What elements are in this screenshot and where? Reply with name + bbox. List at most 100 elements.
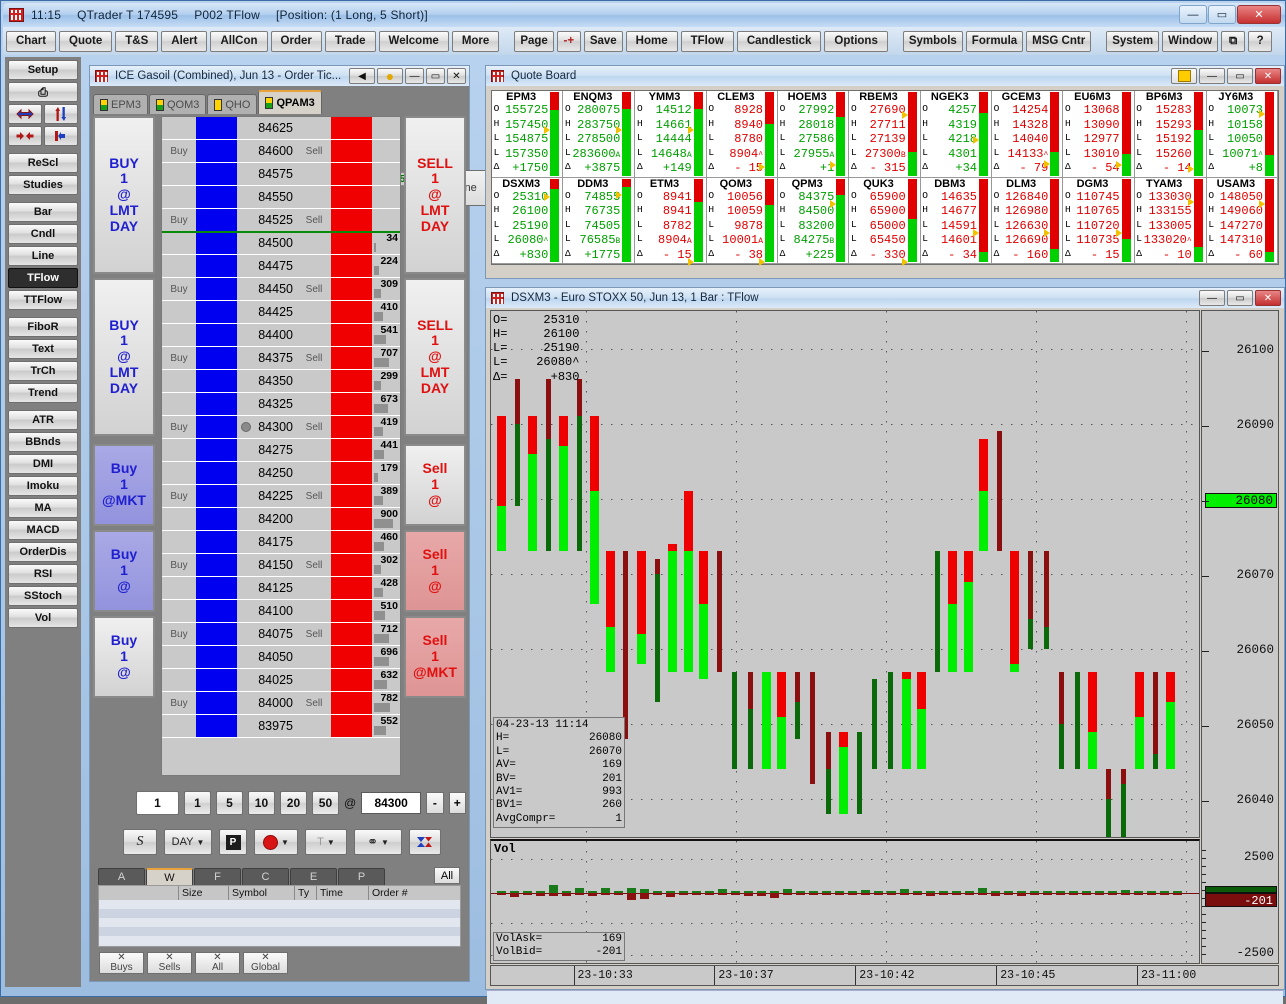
ladder-bid-depth-bar[interactable]: [196, 117, 237, 140]
ladder-row[interactable]: 84350 299: [162, 370, 400, 393]
ladder-price[interactable]: 84000: [237, 692, 297, 715]
sidebar-item-orderdis[interactable]: OrderDis: [8, 542, 78, 562]
sidebar-item-text[interactable]: Text: [8, 339, 78, 359]
ladder-row[interactable]: Buy 84450 Sell 309: [162, 278, 400, 301]
order-ticket-maximize[interactable]: ▭: [426, 68, 445, 84]
quote-cell-eu6m3[interactable]: EU6M3 O H L L Δ 13068 13090 12977 13010- 54: [1063, 91, 1135, 178]
quantity-input[interactable]: 1: [136, 791, 179, 815]
quote-cell-hoem3[interactable]: HOEM3 O H L L Δ 27992 28018 27586 27955A +1: [778, 91, 850, 178]
ladder-bid-depth-bar[interactable]: [196, 646, 237, 669]
quote-cell-tyam3[interactable]: TYAM3 O H L L Δ 133030 133155 133005 133020^ - 10: [1134, 177, 1207, 264]
qty-preset-50[interactable]: 50: [311, 791, 339, 815]
maximize-button[interactable]: ▭: [1208, 5, 1236, 24]
ladder-bid-depth-bar[interactable]: [196, 140, 237, 163]
toolbar-formula[interactable]: Formula: [965, 30, 1024, 52]
cancel-sells-button[interactable]: ✕ Sells: [147, 952, 192, 974]
ladder-row[interactable]: 84275 441: [162, 439, 400, 462]
ladder-row[interactable]: 84575: [162, 163, 400, 186]
ladder-ask-depth-bar[interactable]: [331, 669, 372, 692]
ladder-ask-label[interactable]: [297, 370, 331, 393]
toolbar-system[interactable]: System: [1106, 30, 1160, 52]
quote-board-minimize[interactable]: —: [1199, 68, 1225, 84]
vertical-arrows-icon[interactable]: [44, 104, 78, 124]
ladder-bid-depth-bar[interactable]: [196, 393, 237, 416]
quote-cell-etm3[interactable]: ETM3 O H L L Δ 8941 8941 8782 8904A - 15: [635, 177, 707, 266]
sidebar-item-fibor[interactable]: FiboR: [8, 317, 78, 337]
ladder-bid-label[interactable]: [162, 531, 196, 554]
ladder-ask-label[interactable]: Sell: [297, 485, 331, 508]
ladder-row[interactable]: Buy 84375 Sell 707: [162, 347, 400, 370]
ladder-ask-depth-bar[interactable]: [331, 163, 372, 186]
sell-order-button-5[interactable]: Sell 1 @MKT: [404, 616, 466, 698]
trigger-select[interactable]: T ▼: [305, 829, 347, 855]
ladder-row[interactable]: 84200 900: [162, 508, 400, 531]
quote-cell-bp6m3[interactable]: BP6M3 O H L L Δ 15283 15293 15192 15260- 14: [1134, 91, 1207, 178]
ladder-ask-depth-bar[interactable]: [331, 209, 372, 232]
ladder-bid-label[interactable]: Buy: [162, 347, 196, 370]
ladder-price[interactable]: 84025: [237, 669, 297, 692]
sell-order-button-3[interactable]: Sell 1 @: [404, 444, 466, 526]
ladder-ask-depth-bar[interactable]: [331, 646, 372, 669]
ladder-bid-depth-bar[interactable]: [196, 301, 237, 324]
quote-cell-enqm3[interactable]: ENQM3 O H L L Δ 280075 283750 278500 283600A +3875: [563, 91, 636, 178]
ladder-row[interactable]: 84050 696: [162, 646, 400, 669]
sidebar-item-studies[interactable]: Studies: [8, 175, 78, 195]
ladder-bid-depth-bar[interactable]: [196, 669, 237, 692]
ladder-ask-depth-bar[interactable]: [331, 577, 372, 600]
ladder-bid-label[interactable]: [162, 439, 196, 462]
ladder-ask-label[interactable]: [297, 117, 331, 140]
toolbar-save[interactable]: Save: [583, 30, 623, 52]
toolbar-options[interactable]: Options: [824, 30, 888, 52]
ladder-ask-label[interactable]: Sell: [297, 209, 331, 232]
symbol-tab-epm3[interactable]: EPM3: [93, 94, 148, 114]
ladder-bid-label[interactable]: [162, 646, 196, 669]
ladder-bid-depth-bar[interactable]: [196, 278, 237, 301]
quote-cell-dlm3[interactable]: DLM3 O H L L Δ 126840 126980 126630 126690- 160: [991, 177, 1064, 264]
toolbar-chart[interactable]: Chart: [6, 30, 57, 52]
sidebar-item-trch[interactable]: TrCh: [8, 361, 78, 381]
ladder-bid-depth-bar[interactable]: [196, 531, 237, 554]
ladder-ask-label[interactable]: [297, 531, 331, 554]
toolbar-allcon[interactable]: AllCon: [210, 30, 268, 52]
buy-order-button-5[interactable]: Buy 1 @: [93, 616, 155, 698]
quote-cell-ymm3[interactable]: YMM3 O H L L Δ 14512 14661 14444 14648A +149: [635, 91, 707, 178]
quote-cell-epm3[interactable]: EPM3 O H L L Δ 155725 157450 154875 157350 +1750: [492, 91, 564, 178]
ladder-ask-label[interactable]: [297, 301, 331, 324]
ladder-bid-depth-bar[interactable]: [196, 416, 237, 439]
ladder-bid-depth-bar[interactable]: [196, 163, 237, 186]
sidebar-item-cndl[interactable]: Cndl: [8, 224, 78, 244]
toolbar-welcome[interactable]: Welcome: [378, 30, 449, 52]
qty-preset-1[interactable]: 1: [183, 791, 211, 815]
order-ticket-close[interactable]: ✕: [447, 68, 466, 84]
ladder-bid-depth-bar[interactable]: [196, 508, 237, 531]
ladder-ask-depth-bar[interactable]: [331, 715, 372, 738]
toolbar-quote[interactable]: Quote: [59, 30, 113, 52]
ladder-ask-label[interactable]: Sell: [297, 140, 331, 163]
highlight-toggle[interactable]: [1171, 68, 1197, 84]
orders-tab-c[interactable]: C: [242, 868, 289, 885]
ladder-bid-label[interactable]: [162, 163, 196, 186]
ladder-ask-depth-bar[interactable]: [331, 600, 372, 623]
ladder-price[interactable]: 84225: [237, 485, 297, 508]
ladder-ask-depth-bar[interactable]: [331, 416, 372, 439]
price-decrement-button[interactable]: -: [426, 792, 444, 814]
ladder-price[interactable]: 84075: [237, 623, 297, 646]
ladder-bid-label[interactable]: [162, 117, 196, 140]
ladder-bid-label[interactable]: [162, 715, 196, 738]
ladder-bid-label[interactable]: Buy: [162, 209, 196, 232]
qty-preset-5[interactable]: 5: [215, 791, 243, 815]
ladder-ask-depth-bar[interactable]: [331, 324, 372, 347]
sidebar-item-sstoch[interactable]: SStoch: [8, 586, 78, 606]
ladder-ask-depth-bar[interactable]: [331, 623, 372, 646]
ladder-bid-depth-bar[interactable]: [196, 439, 237, 462]
ladder-price[interactable]: 84450: [237, 278, 297, 301]
ladder-bid-label[interactable]: [162, 186, 196, 209]
buy-order-button-2[interactable]: BUY 1 @ LMT DAY: [93, 278, 155, 436]
ladder-ask-label[interactable]: [297, 508, 331, 531]
cancel-all-button[interactable]: ✕ All: [195, 952, 240, 974]
order-ticket-minimize[interactable]: —: [405, 68, 424, 84]
ladder-row[interactable]: Buy 84000 Sell 782: [162, 692, 400, 715]
ladder-ask-depth-bar[interactable]: [331, 117, 372, 140]
orders-tab-a[interactable]: A: [98, 868, 145, 885]
ladder-ask-depth-bar[interactable]: [331, 692, 372, 715]
